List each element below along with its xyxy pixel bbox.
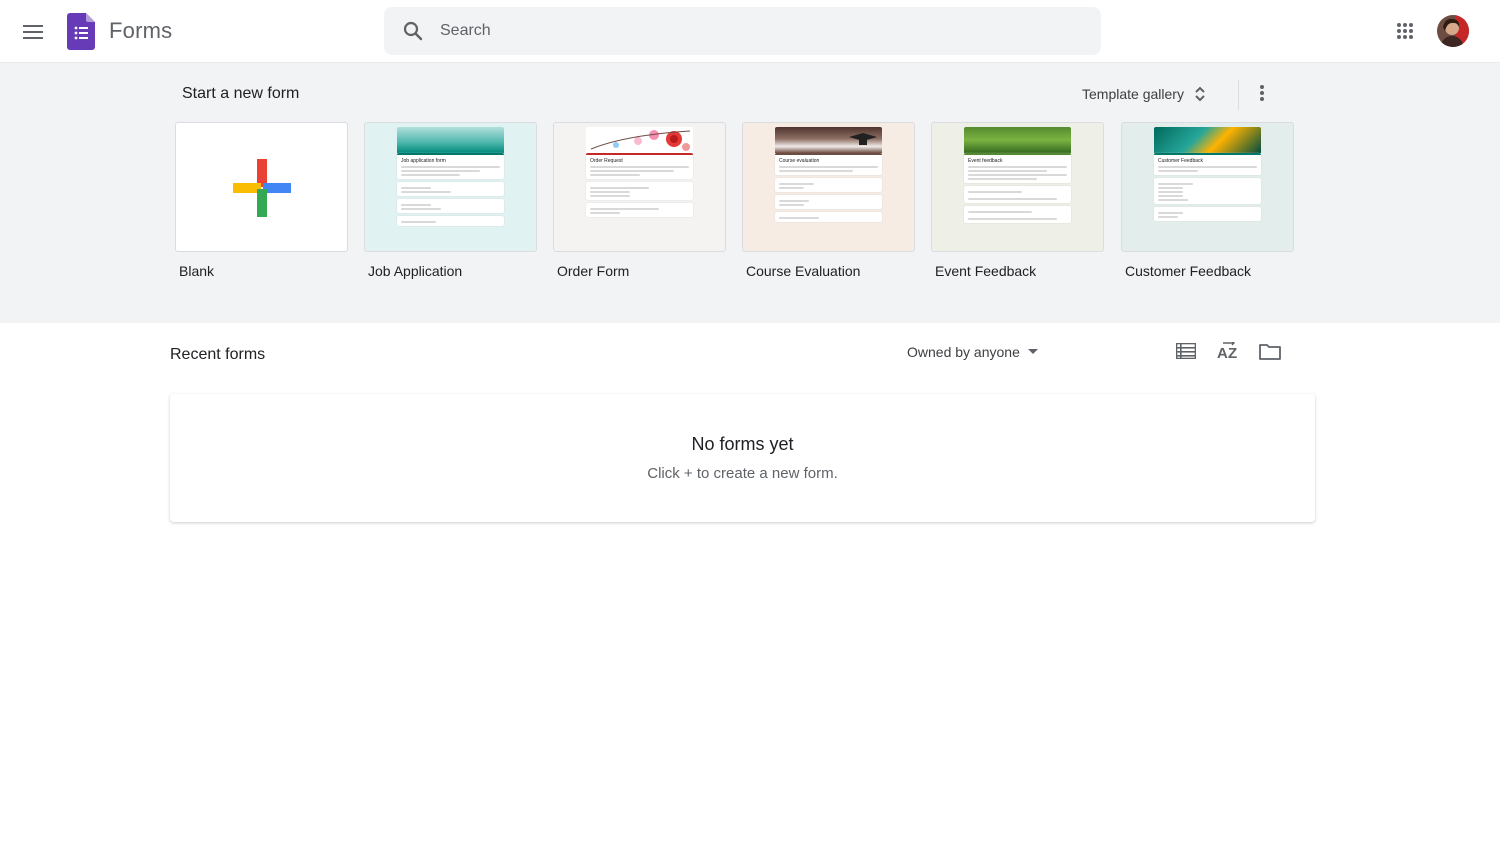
folder-icon (1259, 343, 1281, 360)
blank-thumbnail[interactable] (175, 122, 348, 252)
template-label: Customer Feedback (1125, 263, 1252, 279)
file-picker-button[interactable] (1251, 332, 1289, 370)
top-app-bar: Forms (0, 0, 1500, 63)
more-options-button[interactable] (1243, 74, 1281, 112)
template-label: Blank (179, 263, 215, 279)
more-vert-icon (1260, 85, 1264, 101)
template-section: Start a new form Template gallery Blank (0, 63, 1500, 323)
empty-state-card: No forms yet Click + to create a new for… (170, 394, 1315, 522)
thumb-title: Event feedback (968, 158, 1003, 164)
colored-plus-icon (233, 159, 291, 217)
sort-az-icon: A Z (1217, 342, 1237, 360)
account-avatar[interactable] (1437, 15, 1469, 47)
search-icon[interactable] (401, 19, 425, 43)
course-evaluation-thumbnail[interactable]: Course evaluation (742, 122, 915, 252)
list-view-button[interactable] (1167, 332, 1205, 370)
main-menu-button[interactable] (13, 12, 53, 52)
sort-button[interactable]: A Z (1209, 332, 1247, 370)
thumb-title: Job application form (401, 158, 446, 164)
template-gallery-button[interactable]: Template gallery (1070, 77, 1218, 111)
empty-state-subtitle: Click + to create a new form. (647, 465, 838, 482)
template-gallery-label: Template gallery (1082, 86, 1184, 102)
job-application-thumbnail[interactable]: Job application form (364, 122, 537, 252)
forms-logo-icon[interactable] (67, 13, 95, 50)
event-feedback-thumbnail[interactable]: Event feedback (931, 122, 1104, 252)
template-course-evaluation[interactable]: Course evaluation Course Evaluation (742, 122, 915, 279)
svg-text:Z: Z (1228, 345, 1237, 360)
customer-feedback-thumbnail[interactable]: Customer Feedback (1121, 122, 1294, 252)
recent-forms-title: Recent forms (170, 346, 266, 363)
thumb-title: Course evaluation (779, 158, 820, 164)
search-input[interactable] (440, 22, 1040, 40)
template-job-application[interactable]: Job application form Job Application (364, 122, 537, 279)
hamburger-menu-icon (23, 25, 43, 39)
dropdown-arrow-icon (1027, 349, 1038, 354)
section-title: Start a new form (182, 85, 300, 102)
template-event-feedback[interactable]: Event feedback Event Feedback (931, 122, 1104, 279)
google-apps-button[interactable] (1385, 11, 1425, 51)
template-label: Course Evaluation (746, 263, 861, 279)
search-bar[interactable] (384, 7, 1101, 55)
apps-grid-icon (1397, 23, 1413, 39)
template-customer-feedback[interactable]: Customer Feedback Customer Feedback (1121, 122, 1294, 279)
empty-state-title: No forms yet (691, 434, 794, 454)
template-label: Order Form (557, 263, 630, 279)
template-label: Event Feedback (935, 263, 1037, 279)
order-form-thumbnail[interactable]: Order Request (553, 122, 726, 252)
template-label: Job Application (368, 263, 463, 279)
app-title[interactable]: Forms (109, 18, 172, 44)
thumb-title: Order Request (590, 158, 623, 164)
owner-filter-dropdown[interactable]: Owned by anyone (897, 336, 1048, 368)
owner-filter-label: Owned by anyone (907, 344, 1020, 360)
svg-text:A: A (1217, 345, 1228, 360)
unfold-icon (1195, 86, 1205, 102)
list-view-icon (1176, 343, 1196, 359)
template-blank[interactable]: Blank (175, 122, 348, 279)
template-order-form[interactable]: Order Request Order Form (553, 122, 726, 279)
divider (1238, 80, 1239, 110)
thumb-title: Customer Feedback (1158, 158, 1204, 164)
